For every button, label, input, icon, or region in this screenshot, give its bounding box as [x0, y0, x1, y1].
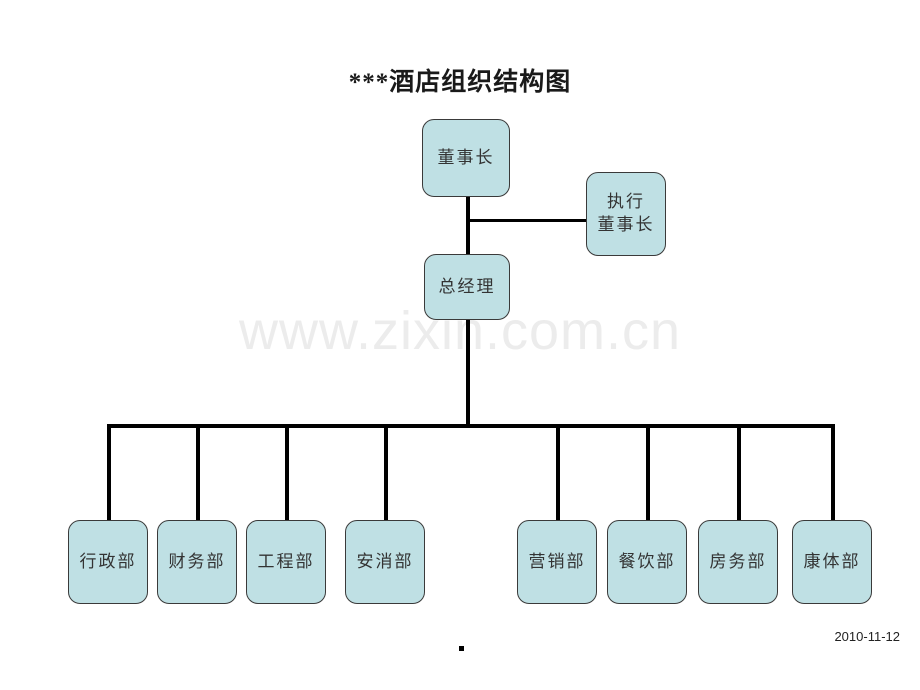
node-department-4-label: 安消部 — [356, 551, 414, 571]
node-department-8-label: 康体部 — [803, 551, 861, 571]
connector-stem-to-executive-chairman — [468, 219, 588, 222]
node-department-7-label: 房务部 — [709, 551, 767, 571]
node-department-3[interactable]: 工程部 — [246, 520, 326, 604]
node-department-3-label: 工程部 — [257, 551, 315, 571]
slide-canvas: www.zixin.com.cn ***酒店组织结构图 董事长 执行 董事长 总… — [0, 0, 920, 690]
connector-drop-department-1 — [107, 427, 111, 521]
connector-drop-department-4 — [384, 427, 388, 521]
connector-gm-to-bus — [466, 320, 470, 427]
node-department-1[interactable]: 行政部 — [68, 520, 148, 604]
node-department-2[interactable]: 财务部 — [157, 520, 237, 604]
node-chairman-label: 董事长 — [437, 147, 495, 167]
node-department-5-label: 营销部 — [528, 551, 586, 571]
node-general-manager-label: 总经理 — [438, 276, 496, 296]
node-department-5[interactable]: 营销部 — [517, 520, 597, 604]
node-department-6-label: 餐饮部 — [618, 551, 676, 571]
node-department-7[interactable]: 房务部 — [698, 520, 778, 604]
connector-drop-department-5 — [556, 427, 560, 521]
connector-chairman-to-gm — [466, 196, 470, 254]
node-executive-chairman-label-line1: 执行 — [607, 192, 645, 212]
node-department-1-label: 行政部 — [79, 551, 137, 571]
node-executive-chairman-label-line2: 董事长 — [597, 215, 655, 234]
page-title: ***酒店组织结构图 — [348, 69, 572, 96]
node-executive-chairman[interactable]: 执行 董事长 — [586, 172, 666, 256]
connector-drop-department-7 — [737, 427, 741, 521]
node-chairman[interactable]: 董事长 — [422, 119, 510, 197]
connector-drop-department-3 — [285, 427, 289, 521]
date-label: 2010-11-12 — [834, 629, 900, 644]
connector-drop-department-8 — [831, 427, 835, 521]
department-bus-bar — [107, 424, 835, 428]
connector-drop-department-2 — [196, 427, 200, 521]
node-department-4[interactable]: 安消部 — [345, 520, 425, 604]
footer-marker-dot — [459, 646, 464, 651]
connector-drop-department-6 — [646, 427, 650, 521]
node-general-manager[interactable]: 总经理 — [424, 254, 510, 320]
node-department-6[interactable]: 餐饮部 — [607, 520, 687, 604]
node-department-8[interactable]: 康体部 — [792, 520, 872, 604]
node-department-2-label: 财务部 — [168, 551, 226, 571]
